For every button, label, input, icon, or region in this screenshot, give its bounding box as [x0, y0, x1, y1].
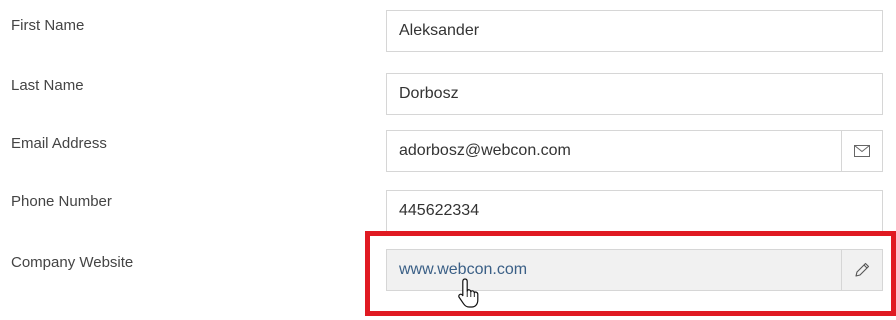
- first-name-field[interactable]: Aleksander: [386, 10, 883, 52]
- email-value: adorbosz@webcon.com: [399, 142, 571, 159]
- phone-label: Phone Number: [11, 193, 112, 210]
- first-name-label: First Name: [11, 17, 85, 34]
- edit-website-button[interactable]: [841, 250, 882, 290]
- email-label: Email Address: [11, 135, 107, 152]
- first-name-value: Aleksander: [399, 22, 480, 39]
- website-label: Company Website: [11, 254, 134, 271]
- phone-value: 445622334: [399, 202, 480, 219]
- phone-field[interactable]: 445622334: [386, 190, 883, 232]
- mail-icon: [854, 145, 870, 157]
- send-email-button[interactable]: [841, 131, 882, 171]
- last-name-label: Last Name: [11, 77, 84, 94]
- email-field[interactable]: adorbosz@webcon.com: [386, 130, 883, 172]
- last-name-value: Dorbosz: [399, 85, 459, 102]
- pencil-icon: [855, 262, 870, 277]
- hand-cursor-icon: [458, 278, 479, 308]
- contact-form: First Name Aleksander Last Name Dorbosz …: [0, 0, 896, 320]
- last-name-field[interactable]: Dorbosz: [386, 73, 883, 115]
